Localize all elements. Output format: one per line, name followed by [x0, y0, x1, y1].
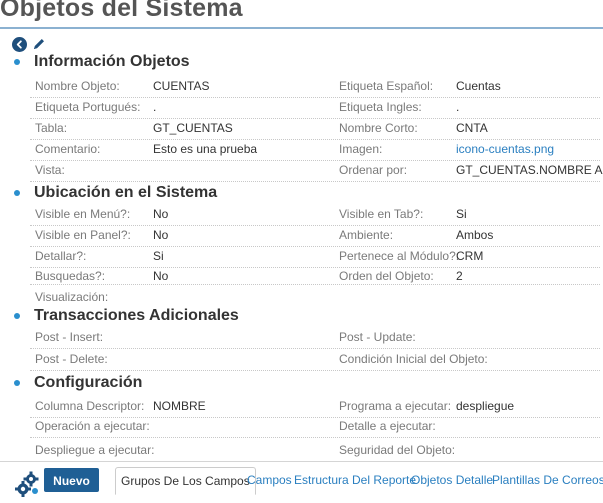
field-value: GT_CUENTAS [153, 121, 233, 135]
field-label: Post - Delete: [35, 352, 108, 366]
field-label: Etiqueta Ingles: [339, 100, 422, 114]
field-value: CUENTAS [153, 79, 210, 93]
tab-estructura-del-reporte[interactable]: Estructura Del Reporte [294, 467, 416, 493]
field-label: Despliegue a ejecutar: [35, 443, 155, 457]
detail-row: Operación a ejecutar: Detalle a ejecutar… [30, 416, 600, 438]
section-title: Información Objetos [34, 53, 190, 70]
field-value: . [153, 100, 157, 114]
detail-row: Post - Delete: Condición Inicial del Obj… [30, 349, 600, 371]
detail-row: Comentario: Esto es una prueba Imagen: i… [30, 139, 600, 161]
field-label: Tabla: [35, 121, 68, 135]
field-value: No [153, 207, 169, 221]
detail-row: Columna Descriptor: NOMBRE Programa a ej… [30, 396, 600, 418]
page-title: Objetos del Sistema [0, 0, 243, 22]
field-value: No [153, 228, 169, 242]
field-label: Visible en Panel?: [35, 228, 131, 242]
detail-row: Post - Insert: Post - Update: [30, 327, 600, 349]
section-title: Transacciones Adicionales [34, 307, 239, 324]
field-label: Etiqueta Portugués: [35, 100, 141, 114]
tab-plantillas-de-correos[interactable]: Plantillas De Correos [492, 467, 603, 493]
tab-objetos-detalle[interactable]: Objetos Detalle [411, 467, 493, 493]
field-label: Operación a ejecutar: [35, 419, 150, 433]
field-label: Visible en Tab?: [339, 207, 424, 221]
back-icon[interactable] [12, 36, 27, 52]
field-label: Orden del Objeto: [339, 269, 434, 283]
field-label: Nombre Corto: [339, 121, 418, 135]
field-label: Columna Descriptor: [35, 399, 145, 413]
field-label: Imagen: [339, 142, 383, 156]
field-value: Esto es una prueba [153, 142, 258, 156]
section-ubicacion-sistema: Ubicación en el Sistema [12, 183, 217, 203]
detail-row: Visualización: [30, 287, 600, 308]
field-label: Ordenar por: [339, 163, 408, 177]
field-label: Seguridad del Objeto: [339, 443, 456, 457]
field-label: Etiqueta Español: [339, 79, 434, 93]
field-label: Comentario: [35, 142, 101, 156]
field-value: Si [456, 207, 467, 221]
section-bullet [14, 313, 20, 319]
field-value: Si [153, 249, 164, 263]
image-link[interactable]: icono-cuentas.png [456, 142, 554, 156]
pencil-icon[interactable] [31, 37, 46, 52]
detail-row: Despliegue a ejecutar: Seguridad del Obj… [30, 440, 600, 458]
tab-grupos-de-los-campos[interactable]: Grupos De Los Campos [115, 467, 256, 495]
field-label: Post - Update: [339, 330, 416, 344]
section-title: Ubicación en el Sistema [34, 184, 218, 201]
bottom-tab-bar: Nuevo Grupos De Los Campos Campos Estruc… [0, 462, 603, 502]
field-value: 2 [456, 269, 463, 283]
detail-row: Busquedas?: No Orden del Objeto: 2 [30, 266, 600, 285]
detail-row: Nombre Objeto: CUENTAS Etiqueta Español:… [30, 76, 600, 98]
field-label: Detalle a ejecutar: [339, 419, 436, 433]
field-label: Nombre Objeto: [35, 79, 120, 93]
detail-row: Etiqueta Portugués: . Etiqueta Ingles: . [30, 97, 600, 119]
field-value: GT_CUENTAS.NOMBRE ASC [456, 163, 603, 177]
detail-row: Detallar?: Si Pertenece al Módulo?: CRM [30, 246, 600, 268]
field-value: CRM [456, 249, 484, 263]
section-bullet [14, 59, 20, 65]
field-label: Pertenece al Módulo?: [339, 249, 460, 263]
field-label: Programa a ejecutar: [339, 399, 452, 413]
field-label: Ambiente: [339, 228, 394, 242]
detail-row: Visible en Panel?: No Ambiente: Ambos [30, 225, 600, 247]
field-value: NOMBRE [153, 399, 206, 413]
field-value: . [456, 100, 460, 114]
toolbar [12, 36, 46, 52]
field-label: Post - Insert: [35, 330, 104, 344]
gears-icon[interactable] [14, 470, 42, 498]
section-configuracion: Configuración [12, 373, 142, 393]
field-label: Vista: [35, 163, 65, 177]
section-informacion-objetos: Información Objetos [12, 52, 190, 72]
nuevo-button[interactable]: Nuevo [44, 468, 99, 492]
field-value: despliegue [456, 399, 515, 413]
field-label: Busquedas?: [35, 269, 106, 283]
field-label: Condición Inicial del Objeto: [339, 352, 488, 366]
section-bullet [14, 380, 20, 386]
detail-row: Tabla: GT_CUENTAS Nombre Corto: CNTA [30, 118, 600, 140]
tab-campos[interactable]: Campos [247, 467, 292, 493]
object-details-panel: Objetos del Sistema Información Objetos … [0, 0, 603, 458]
field-label: Visible en Menú?: [35, 207, 131, 221]
field-label: Detallar?: [35, 249, 87, 263]
section-transacciones-adicionales: Transacciones Adicionales [12, 306, 239, 326]
field-label: Visualización: [35, 290, 109, 304]
field-value: CNTA [456, 121, 488, 135]
field-value: No [153, 269, 169, 283]
section-bullet [14, 190, 20, 196]
section-title: Configuración [34, 374, 143, 391]
field-value: Cuentas [456, 79, 501, 93]
detail-row: Vista: Ordenar por: GT_CUENTAS.NOMBRE AS… [30, 160, 603, 182]
detail-row: Visible en Menú?: No Visible en Tab?: Si [30, 204, 600, 226]
field-value: Ambos [456, 228, 494, 242]
title-divider [0, 27, 603, 29]
